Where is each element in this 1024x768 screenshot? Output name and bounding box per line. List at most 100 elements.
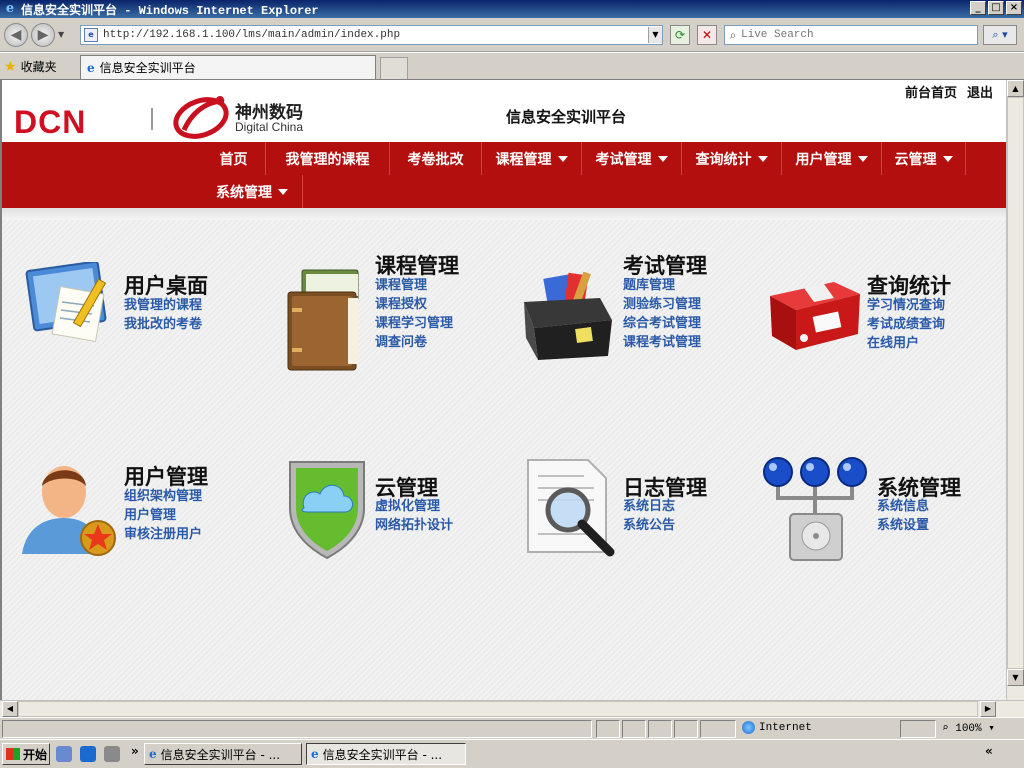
chevron-down-icon [557,155,568,162]
window-title: 信息安全实训平台 - Windows Internet Explorer [21,3,319,18]
tray-expand-icon[interactable]: « [985,744,993,758]
ie-tab-icon: e [149,747,157,761]
page-viewport: DCN 神州数码 Digital China 信息安全实训平台 前台首页 退出 … [0,80,1006,700]
menu-item-paper-grading[interactable]: 考卷批改 [390,142,482,175]
frontend-home-link[interactable]: 前台首页 [905,82,957,101]
refresh-button[interactable]: ⟳ [670,25,690,45]
desktop-icon[interactable] [20,262,118,344]
module-link[interactable]: 课程授权 [375,295,453,314]
module-link[interactable]: 我管理的课程 [124,296,202,315]
module-link[interactable]: 综合考试管理 [623,314,701,333]
logout-link[interactable]: 退出 [967,82,993,101]
scroll-up-icon[interactable]: ▲ [1007,80,1024,97]
new-tab-button[interactable] [380,57,408,79]
site-title: 信息安全实训平台 [506,108,627,126]
module-link[interactable]: 虚拟化管理 [375,497,453,516]
taskbar-window-1[interactable]: e 信息安全实训平台 - ... [144,743,302,765]
module-link[interactable]: 用户管理 [124,506,202,525]
search-go-button[interactable]: ⌕ ▾ [983,25,1017,45]
protected-mode-icon[interactable] [900,720,936,738]
module-link[interactable]: 系统公告 [623,516,675,535]
module-link[interactable]: 课程考试管理 [623,333,701,352]
favorites-label: 收藏夹 [20,60,57,74]
browser-tab[interactable]: e 信息安全实训平台 [80,55,376,79]
server-network-icon[interactable] [760,456,870,564]
maximize-button[interactable]: □ [988,1,1004,15]
minimize-button[interactable]: _ [970,1,986,15]
module-link[interactable]: 课程管理 [375,276,453,295]
chevron-down-icon [942,155,953,162]
start-button[interactable]: 开始 [2,743,50,765]
ie-tab-icon: e [311,747,319,761]
menu-item-course-management[interactable]: 课程管理 [482,142,582,175]
close-button[interactable]: × [1006,1,1022,15]
history-dropdown-icon[interactable]: ▼ [58,30,64,39]
module-link[interactable]: 网络拓扑设计 [375,516,453,535]
address-url[interactable]: http://192.168.1.100/lms/main/admin/inde… [103,29,648,41]
back-button[interactable]: ◀ [4,23,28,47]
books-icon[interactable] [284,268,364,374]
quicklaunch-more-icon[interactable]: » [131,744,139,758]
server-manager-icon[interactable] [104,746,120,762]
digital-china-logo-icon [173,96,229,139]
address-bar[interactable]: e http://192.168.1.100/lms/main/admin/in… [80,25,663,45]
menu-item-exam-management[interactable]: 考试管理 [582,142,682,175]
menu-item-my-courses[interactable]: 我管理的课程 [266,142,390,175]
globe-icon [742,721,755,734]
window-titlebar: e 信息安全实训平台 - Windows Internet Explorer _… [0,0,1024,18]
taskbar: 开始 » e 信息安全实训平台 - ... e 信息安全实训平台 - ... « [0,739,1024,768]
module-link[interactable]: 学习情况查询 [867,296,945,315]
module-link[interactable]: 审核注册用户 [124,525,202,544]
dashboard-content: 用户桌面 我管理的课程 我批改的考卷 课程管理 课程管理 课程授权 课程学习管理 [2,208,1006,700]
forward-button[interactable]: ▶ [31,23,55,47]
menu-item-cloud-management[interactable]: 云管理 [882,142,966,175]
top-links: 前台首页 退出 [905,82,993,101]
cloud-shield-icon[interactable] [286,456,368,560]
chevron-down-icon [657,155,668,162]
module-link[interactable]: 在线用户 [867,334,945,353]
search-input[interactable] [741,29,961,41]
module-link[interactable]: 题库管理 [623,276,701,295]
hscroll-thumb[interactable] [18,701,978,717]
logo-divider [151,108,153,130]
module-link[interactable]: 组织架构管理 [124,487,202,506]
menu-item-system-management[interactable]: 系统管理 [202,175,303,208]
search-icon: ⌕ [729,27,737,42]
zoom-level[interactable]: ⌕ 100% ▾ [942,721,995,735]
dcn-logo: DCN [14,104,87,140]
menu-item-query-statistics[interactable]: 查询统计 [682,142,782,175]
module-link[interactable]: 调查问卷 [375,333,453,352]
module-link[interactable]: 考试成绩查询 [867,315,945,334]
horizontal-scrollbar[interactable]: ◀ ▶ [0,700,1024,717]
menu-item-home[interactable]: 首页 [202,142,266,175]
page-icon: e [84,28,98,42]
ie-quicklaunch-icon[interactable] [80,746,96,762]
taskbar-window-2[interactable]: e 信息安全实训平台 - ... [306,743,466,765]
scroll-right-icon[interactable]: ▶ [980,701,996,717]
ie-tab-icon: e [87,60,95,75]
show-desktop-icon[interactable] [56,746,72,762]
module-link[interactable]: 测验练习管理 [623,295,701,314]
ie-logo-icon: e [5,1,15,16]
search-box[interactable]: ⌕ [724,25,978,45]
favorites-button[interactable]: ★ 收藏夹 [4,58,57,75]
log-magnifier-icon[interactable] [524,456,618,560]
address-dropdown-icon[interactable]: ▼ [648,27,662,43]
windows-flag-icon [6,748,20,760]
stop-button[interactable]: ✕ [697,25,717,45]
vertical-scrollbar[interactable]: ▲ ▼ [1006,80,1024,700]
chevron-down-icon [278,188,288,195]
scroll-thumb[interactable] [1007,97,1024,669]
user-star-icon[interactable] [18,462,118,558]
scroll-left-icon[interactable]: ◀ [2,701,18,717]
menu-item-user-management[interactable]: 用户管理 [782,142,882,175]
module-link[interactable]: 系统信息 [877,497,929,516]
scroll-down-icon[interactable]: ▼ [1007,669,1024,686]
toolbox-icon[interactable] [516,272,616,362]
module-link[interactable]: 我批改的考卷 [124,315,202,334]
chevron-down-icon [757,155,768,162]
module-link[interactable]: 系统日志 [623,497,675,516]
module-link[interactable]: 课程学习管理 [375,314,453,333]
module-link[interactable]: 系统设置 [877,516,929,535]
red-box-icon[interactable] [764,274,864,352]
